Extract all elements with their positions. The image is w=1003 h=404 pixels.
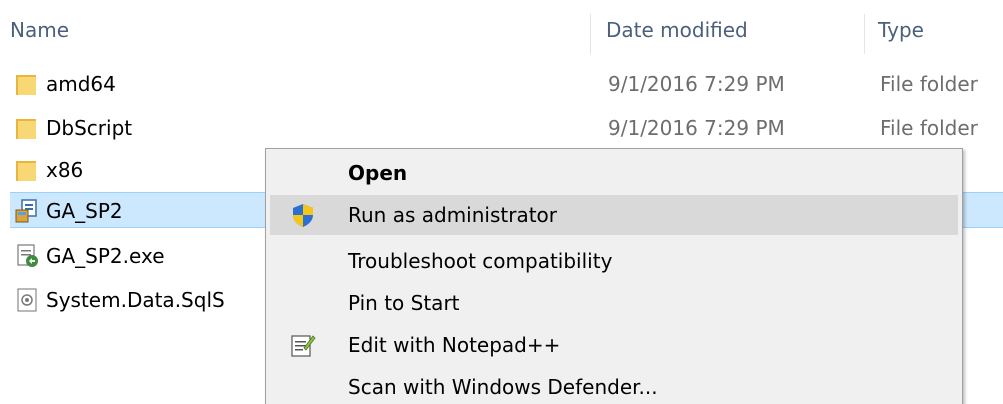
file-type: File folder xyxy=(880,72,978,96)
column-header-type[interactable]: Type xyxy=(878,12,924,48)
file-type: File folder xyxy=(880,116,978,140)
file-name: amd64 xyxy=(46,72,116,96)
installer-icon xyxy=(14,198,40,224)
column-header-name[interactable]: Name xyxy=(10,12,69,48)
file-name: GA_SP2 xyxy=(46,199,123,223)
menu-item-label: Troubleshoot compatibility xyxy=(348,249,613,273)
file-row-amd64[interactable]: amd64 9/1/2016 7:29 PM File folder xyxy=(10,66,1003,102)
menu-item-label: Run as administrator xyxy=(348,203,558,227)
column-header-date-modified[interactable]: Date modified xyxy=(606,12,748,48)
file-name: x86 xyxy=(46,158,84,182)
menu-item-label: Open xyxy=(348,161,408,185)
menu-item-label: Pin to Start xyxy=(348,291,460,315)
config-file-icon xyxy=(14,243,40,269)
uac-shield-icon xyxy=(290,202,316,228)
menu-item-pin-to-start[interactable]: Pin to Start xyxy=(270,283,958,323)
menu-item-edit-with-notepad-plus-plus[interactable]: Edit with Notepad++ xyxy=(270,325,958,365)
menu-item-run-as-administrator[interactable]: Run as administrator xyxy=(270,195,958,235)
file-name: GA_SP2.exe xyxy=(46,244,165,268)
menu-item-scan-with-windows-defender[interactable]: Scan with Windows Defender... xyxy=(270,367,958,404)
menu-item-label: Scan with Windows Defender... xyxy=(348,375,658,399)
notepad-plus-plus-icon xyxy=(290,332,316,358)
menu-item-open[interactable]: Open xyxy=(270,153,958,193)
folder-icon xyxy=(14,71,40,97)
context-menu: Open Run as administrator Troubleshoot c… xyxy=(265,148,963,404)
file-row-dbscript[interactable]: DbScript 9/1/2016 7:29 PM File folder xyxy=(10,110,1003,146)
folder-icon xyxy=(14,157,40,183)
file-date-modified: 9/1/2016 7:29 PM xyxy=(608,116,785,140)
column-divider[interactable] xyxy=(590,14,591,54)
file-explorer-view: Name Date modified Type amd64 9/1/2016 7… xyxy=(0,0,1003,404)
file-name: DbScript xyxy=(46,116,133,140)
column-divider[interactable] xyxy=(864,14,865,54)
folder-icon xyxy=(14,115,40,141)
dll-file-icon xyxy=(14,287,40,313)
menu-item-troubleshoot-compatibility[interactable]: Troubleshoot compatibility xyxy=(270,241,958,281)
menu-item-label: Edit with Notepad++ xyxy=(348,333,561,357)
file-name: System.Data.SqlS xyxy=(46,288,225,312)
file-date-modified: 9/1/2016 7:29 PM xyxy=(608,72,785,96)
